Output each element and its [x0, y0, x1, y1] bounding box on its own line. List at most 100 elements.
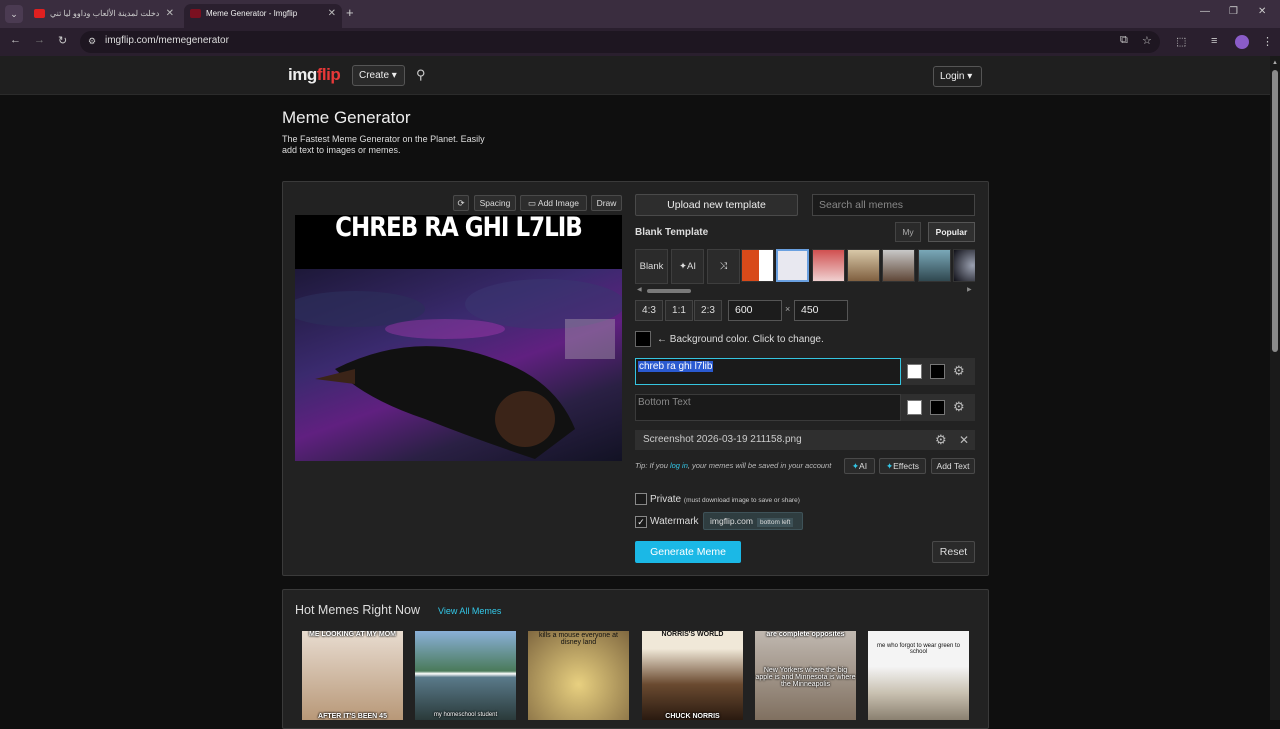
- page-scrollbar[interactable]: ▲: [1270, 56, 1280, 720]
- scroll-right-arrow-icon[interactable]: ▶: [967, 286, 972, 293]
- install-app-icon[interactable]: ⧉: [1120, 34, 1128, 47]
- rotate-icon[interactable]: ⟳: [453, 195, 469, 211]
- spacing-button[interactable]: Spacing: [474, 195, 516, 211]
- tip-text: , your memes will be saved in your accou…: [687, 461, 832, 470]
- site-info-icon[interactable]: ⚙: [88, 36, 96, 47]
- browser-tab-bar: ⌄ دخلت لمدينة الألعاب وداوو ليا تني... ✕…: [0, 0, 1280, 28]
- ai-template-button[interactable]: ✦AI: [671, 249, 704, 284]
- search-memes-input[interactable]: Search all memes: [812, 194, 975, 216]
- ratio-4-3-button[interactable]: 4:3: [635, 300, 663, 321]
- meme-preview[interactable]: CHREB RA GHI L7LIB: [295, 215, 622, 461]
- draw-button[interactable]: Draw: [591, 195, 622, 211]
- sparkle-icon: ✦: [679, 261, 687, 272]
- hot-meme-thumb[interactable]: my homeschool student: [415, 631, 516, 720]
- new-tab-button[interactable]: +: [346, 5, 354, 20]
- private-checkbox[interactable]: [635, 493, 647, 505]
- hot-meme-thumb[interactable]: kills a mouse everyone at disney land: [528, 631, 629, 720]
- bottom-text-color-swatch[interactable]: [907, 400, 922, 415]
- top-text-color-swatch[interactable]: [907, 364, 922, 379]
- template-thumb[interactable]: [953, 249, 975, 282]
- profile-avatar[interactable]: [1235, 35, 1249, 49]
- media-icon[interactable]: ≡: [1211, 35, 1217, 47]
- page-subtitle: The Fastest Meme Generator on the Planet…: [282, 134, 485, 155]
- sparkle-icon: ✦: [851, 461, 860, 471]
- template-thumb[interactable]: [741, 249, 774, 282]
- url-text: imgflip.com/memegenerator: [105, 35, 229, 46]
- browser-tab-youtube[interactable]: دخلت لمدينة الألعاب وداوو ليا تني... ✕: [28, 4, 180, 28]
- strip-scroll-thumb[interactable]: [647, 289, 691, 293]
- tab-my[interactable]: My: [895, 222, 921, 242]
- watermark-checkbox[interactable]: ✓: [635, 516, 647, 528]
- bottom-outline-color-swatch[interactable]: [930, 400, 945, 415]
- hot-meme-top-text: are complete opposites: [766, 631, 845, 638]
- upload-template-button[interactable]: Upload new template: [635, 194, 798, 216]
- back-icon[interactable]: ←: [10, 34, 21, 46]
- search-icon[interactable]: ⚲: [416, 67, 426, 83]
- hot-meme-top-text: me who forgot to wear green to school: [876, 643, 961, 655]
- hot-meme-top-text: ME LOOKING AT MY MOM: [309, 631, 396, 638]
- ai-button[interactable]: ✦AI: [844, 458, 875, 474]
- private-label: Private (must download image to save or …: [650, 494, 800, 505]
- tab-search-chevron-icon[interactable]: ⌄: [5, 5, 23, 23]
- template-thumb[interactable]: [847, 249, 880, 282]
- create-menu-button[interactable]: Create ▾: [352, 65, 405, 86]
- login-link[interactable]: log in: [670, 461, 688, 470]
- random-template-button[interactable]: ⤨: [707, 249, 740, 284]
- effects-button[interactable]: ✦Effects: [879, 458, 926, 474]
- template-thumb[interactable]: [882, 249, 915, 282]
- reload-icon[interactable]: ↻: [58, 34, 67, 47]
- imgflip-favicon-icon: [190, 9, 201, 18]
- tab-close-icon[interactable]: ✕: [166, 4, 174, 24]
- ai-label: AI: [686, 261, 696, 272]
- hot-meme-bottom-text: AFTER IT'S BEEN 45: [318, 713, 387, 720]
- bottom-text-input[interactable]: Bottom Text: [635, 394, 901, 421]
- forward-icon[interactable]: →: [34, 34, 45, 46]
- width-input[interactable]: 600: [728, 300, 782, 321]
- reset-button[interactable]: Reset: [932, 541, 975, 563]
- scroll-left-arrow-icon[interactable]: ◀: [637, 286, 642, 293]
- template-thumb[interactable]: [812, 249, 845, 282]
- window-close-icon[interactable]: ✕: [1258, 6, 1266, 17]
- hot-meme-thumb[interactable]: me who forgot to wear green to school: [868, 631, 969, 720]
- generate-meme-button[interactable]: Generate Meme: [635, 541, 741, 563]
- template-strip: Blank ✦AI ⤨: [635, 249, 975, 284]
- view-all-memes-link[interactable]: View All Memes: [438, 606, 501, 616]
- gear-icon[interactable]: ⚙: [935, 430, 947, 450]
- gear-icon[interactable]: ⚙: [953, 363, 965, 379]
- background-color-swatch[interactable]: [635, 331, 651, 347]
- hot-meme-thumb[interactable]: are complete opposites New Yorkers where…: [755, 631, 856, 720]
- top-text-input[interactable]: chreb ra ghi l7lib: [635, 358, 901, 385]
- maximize-icon[interactable]: ❐: [1229, 6, 1238, 17]
- bookmark-star-icon[interactable]: ☆: [1142, 34, 1152, 47]
- ratio-2-3-button[interactable]: 2:3: [694, 300, 722, 321]
- tab-title: Meme Generator - Imgflip: [206, 9, 298, 18]
- template-strip-scrollbar[interactable]: ◀ ▶: [635, 287, 975, 295]
- scroll-thumb[interactable]: [1272, 70, 1278, 352]
- tab-popular[interactable]: Popular: [928, 222, 975, 242]
- height-input[interactable]: 450: [794, 300, 848, 321]
- extensions-icon[interactable]: ⬚: [1176, 35, 1186, 48]
- url-field[interactable]: ⚙ imgflip.com/memegenerator ⧉ ☆: [80, 31, 1160, 53]
- gear-icon[interactable]: ⚙: [953, 399, 965, 415]
- hot-meme-thumb[interactable]: NORRIS'S WORLD CHUCK NORRIS: [642, 631, 743, 720]
- add-image-button[interactable]: ▭ Add Image: [520, 195, 587, 211]
- minimize-icon[interactable]: —: [1200, 6, 1210, 17]
- browser-tab-imgflip[interactable]: Meme Generator - Imgflip ✕: [184, 4, 342, 28]
- top-outline-color-swatch[interactable]: [930, 364, 945, 379]
- template-thumb[interactable]: [918, 249, 951, 282]
- ratio-1-1-button[interactable]: 1:1: [665, 300, 693, 321]
- tab-close-icon[interactable]: ✕: [328, 4, 336, 24]
- template-thumb[interactable]: [776, 249, 809, 282]
- hot-meme-thumb[interactable]: ME LOOKING AT MY MOM AFTER IT'S BEEN 45: [302, 631, 403, 720]
- scroll-up-arrow-icon[interactable]: ▲: [1272, 60, 1278, 66]
- watermark-settings[interactable]: imgflip.com bottom left: [703, 512, 803, 530]
- private-text: Private: [650, 494, 682, 505]
- login-button[interactable]: Login ▾: [933, 66, 982, 87]
- add-text-button[interactable]: Add Text: [931, 458, 975, 474]
- watermark-label: Watermark: [650, 516, 699, 527]
- blank-template-button[interactable]: Blank: [635, 249, 668, 284]
- remove-image-icon[interactable]: ✕: [959, 430, 969, 450]
- logo-img-text: img: [288, 65, 317, 84]
- imgflip-logo[interactable]: imgflip: [288, 65, 341, 85]
- menu-dots-icon[interactable]: ⋮: [1262, 35, 1273, 48]
